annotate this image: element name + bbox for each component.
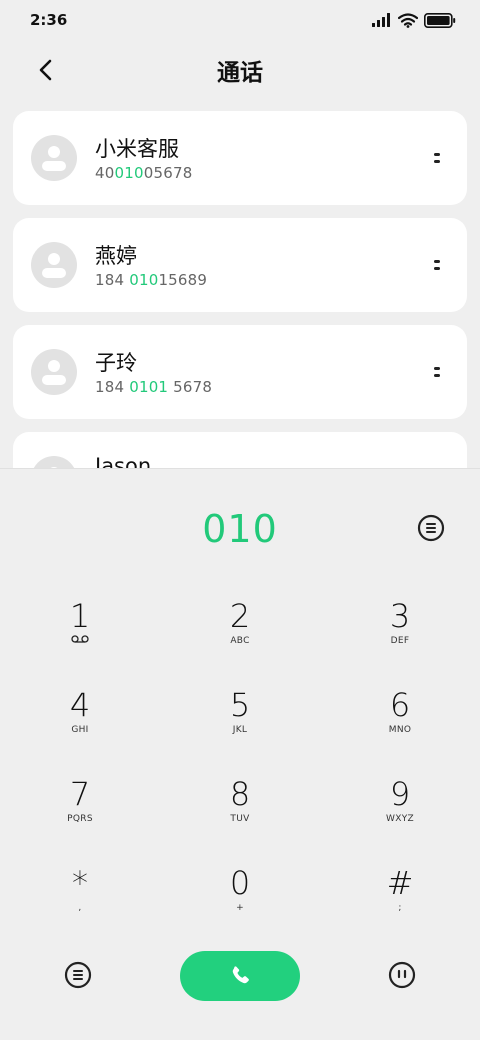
key-sub: PQRS [67,814,93,824]
status-bar: 2:36 [0,0,480,40]
page-title: 通话 [217,60,263,86]
status-icons [372,12,456,28]
contact-card[interactable]: 子玲 184 0101 5678 [13,325,467,419]
phone-icon [232,966,249,984]
key-0[interactable]: 0 + [160,856,320,945]
contact-number: 4001005678 [95,164,193,182]
number-match: 010 [114,164,144,182]
key-2[interactable]: 2 ABC [160,589,320,678]
key-sub: ; [398,903,402,913]
contact-name: Jason [95,454,152,468]
contact-name: 燕婷 [95,244,137,268]
dialer-panel: 010 1 2 ABC 3 DEF 4 GHI 5 JKL 6 MNO 7 PQ… [0,468,480,1040]
key-hash[interactable]: # ; [320,856,480,945]
key-digit: 3 [389,597,411,635]
menu-circle-icon [64,961,92,989]
back-arrow-icon [39,59,52,81]
key-digit: 2 [229,597,251,635]
key-9[interactable]: 9 WXYZ [320,767,480,856]
avatar [31,242,77,288]
key-sub: ABC [230,636,250,646]
key-1[interactable]: 1 [0,589,160,678]
key-4[interactable]: 4 GHI [0,678,160,767]
more-options-button[interactable] [429,254,445,276]
key-sub [71,635,89,647]
key-sub: DEF [390,636,410,646]
more-options-button[interactable] [429,147,445,169]
contact-name: 小米客服 [95,137,179,161]
voicemail-icon [71,635,89,643]
key-digit: 8 [229,775,251,813]
key-sub: , [78,903,82,913]
key-3[interactable]: 3 DEF [320,589,480,678]
key-digit: 1 [69,597,91,635]
menu-button[interactable] [64,961,92,989]
number-match: 010 [129,271,159,289]
key-digit: 0 [229,864,251,902]
dialpad-circle-icon [388,961,416,989]
more-options-button[interactable] [429,361,445,383]
key-5[interactable]: 5 JKL [160,678,320,767]
key-7[interactable]: 7 PQRS [0,767,160,856]
contact-number: 184 01015689 [95,271,208,289]
key-digit: 7 [69,775,91,813]
avatar [31,135,77,181]
key-sub: GHI [71,725,89,735]
number-match: 0101 [129,378,169,396]
key-sub: TUV [230,814,250,824]
key-star[interactable]: * , [0,856,160,945]
signal-icon [372,13,390,27]
contact-name: 子玲 [95,351,137,375]
key-digit: 6 [389,686,411,724]
battery-icon [424,12,456,28]
key-sub: MNO [388,725,412,735]
key-8[interactable]: 8 TUV [160,767,320,856]
keypad: 1 2 ABC 3 DEF 4 GHI 5 JKL 6 MNO 7 PQRS 8… [0,589,480,945]
status-time: 2:36 [30,11,68,29]
contact-card[interactable]: 小米客服 4001005678 [13,111,467,205]
contact-card[interactable]: 燕婷 184 01015689 [13,218,467,312]
contact-list: 小米客服 4001005678 燕婷 184 01015689 子玲 184 0… [13,111,467,468]
key-digit: 5 [229,686,251,724]
dialer-bottom-bar [0,951,480,1001]
avatar [31,349,77,395]
key-digit: # [386,864,414,902]
avatar [31,456,77,468]
key-sub: WXYZ [386,814,414,824]
wifi-icon [398,12,418,28]
key-sub: + [236,903,244,913]
key-sub: JKL [232,725,248,735]
dial-menu-button[interactable] [417,514,445,542]
contact-card[interactable]: Jason [13,432,467,468]
dial-input[interactable]: 010 [0,507,480,551]
menu-circle-icon [417,514,445,542]
contact-number: 184 0101 5678 [95,378,213,396]
keypad-toggle-button[interactable] [388,961,416,989]
header: 通话 [0,44,480,96]
key-digit: 9 [389,775,411,813]
back-button[interactable] [28,52,64,88]
key-digit: 4 [69,686,91,724]
key-6[interactable]: 6 MNO [320,678,480,767]
call-button[interactable] [180,951,300,1001]
key-digit: * [72,864,88,902]
